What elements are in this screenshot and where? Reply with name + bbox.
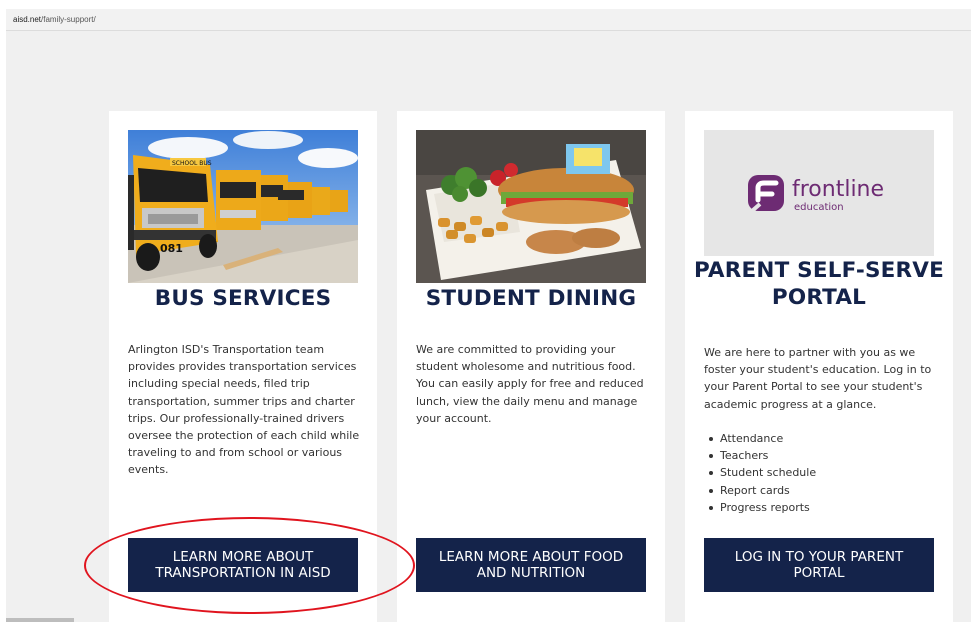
card-description: We are here to partner with you as we fo… <box>704 346 932 411</box>
card-title: BUS SERVICES <box>154 286 332 311</box>
food-image <box>416 130 646 283</box>
logo-name: frontline <box>792 177 884 202</box>
list-item: Student schedule <box>704 464 934 481</box>
learn-more-food-button[interactable]: LEARN MORE ABOUT FOOD AND NUTRITION <box>416 538 646 592</box>
page-content: SCHOOL BUS 081 BUS SERVICES Arlington IS… <box>6 31 971 622</box>
lunch-tray-photo <box>416 130 646 283</box>
frontline-logo: frontline education <box>748 175 884 213</box>
address-bar[interactable]: aisd.net/family-support/ <box>6 9 971 31</box>
list-item: Report cards <box>704 482 934 499</box>
card-title: STUDENT DINING <box>425 286 637 311</box>
learn-more-transportation-button[interactable]: LEARN MORE ABOUT TRANSPORTATION IN AISD <box>128 538 358 592</box>
card-bus-services: SCHOOL BUS 081 BUS SERVICES Arlington IS… <box>109 111 377 622</box>
school-bus-photo: SCHOOL BUS 081 <box>128 130 358 283</box>
card-description: Arlington ISD's Transportation team prov… <box>128 343 360 477</box>
list-item: Teachers <box>704 447 934 464</box>
list-item: Attendance <box>704 430 934 447</box>
portal-feature-list: Attendance Teachers Student schedule Rep… <box>704 430 934 516</box>
card-title: PARENT SELF-SERVE PORTAL <box>693 258 945 310</box>
card-student-dining: STUDENT DINING We are committed to provi… <box>397 111 665 622</box>
bus-sign: SCHOOL BUS <box>172 160 212 167</box>
card-description: We are committed to providing your stude… <box>416 343 644 425</box>
frontline-logo-panel: frontline education <box>704 130 934 256</box>
bus-image: SCHOOL BUS 081 <box>128 130 358 283</box>
url-host: aisd.net <box>13 15 42 24</box>
logo-sub: education <box>794 202 844 213</box>
card-parent-portal: frontline education PARENT SELF-SERVE PO… <box>685 111 953 622</box>
url-path: /family-support/ <box>41 15 96 24</box>
bus-number: 081 <box>160 242 183 255</box>
bottom-scroll-indicator <box>6 618 74 622</box>
list-item: Progress reports <box>704 499 934 516</box>
log-in-parent-portal-button[interactable]: LOG IN TO YOUR PARENT PORTAL <box>704 538 934 592</box>
